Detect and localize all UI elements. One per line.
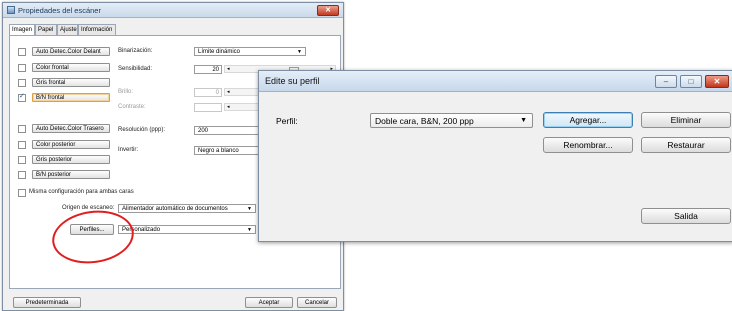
edit-profile-dialog: Edite su perfil – □ ✕ Perfil: Doble cara… (258, 70, 732, 242)
close-icon[interactable]: ✕ (705, 75, 729, 88)
image-type-checkbox[interactable] (18, 64, 26, 72)
perfiles-select[interactable]: Personalizado ▼ (118, 225, 256, 234)
brillo-label: Brillo: (118, 89, 134, 95)
tab-papel[interactable]: Papel (35, 24, 57, 35)
perfil-value: Doble cara, B&N, 200 ppp (375, 116, 474, 126)
eliminar-button[interactable]: Eliminar (641, 112, 731, 128)
dialog-title: Edite su perfil (265, 76, 320, 86)
cancelar-button[interactable]: Cancelar (297, 297, 337, 308)
tab-ajuste[interactable]: Ajuste (57, 24, 78, 35)
aceptar-button[interactable]: Aceptar (245, 297, 293, 308)
agregar-button[interactable]: Agregar... (543, 112, 633, 128)
restaurar-button[interactable]: Restaurar (641, 137, 731, 153)
scanner-app-icon (7, 6, 15, 14)
image-type-bn-posterior[interactable]: B/N posterior (32, 170, 110, 179)
invertir-select[interactable]: Negro a blanco (194, 146, 264, 155)
chevron-down-icon: ▼ (247, 206, 252, 212)
image-type-auto-detec-trasero[interactable]: Auto Detec.Color Trasero (32, 124, 110, 133)
image-type-checkbox[interactable] (18, 156, 26, 164)
origen-select[interactable]: Alimentador automático de documentos ▼ (118, 204, 256, 213)
dialog-title-bar: Edite su perfil – □ ✕ (259, 71, 732, 92)
chevron-down-icon: ▼ (297, 49, 302, 55)
image-type-checkbox[interactable] (18, 141, 26, 149)
image-type-checkbox[interactable] (18, 79, 26, 87)
sensibilidad-label: Sensibilidad: (118, 66, 153, 72)
misma-config-checkbox[interactable] (18, 189, 26, 197)
sensibilidad-input[interactable]: 20 (194, 65, 222, 74)
image-type-checkbox[interactable] (18, 171, 26, 179)
brillo-input[interactable]: 0 (194, 88, 222, 97)
window-title: Propiedades del escáner (18, 6, 101, 15)
chevron-down-icon: ▼ (520, 117, 527, 124)
tab-informacion[interactable]: Información (78, 24, 116, 35)
renombrar-button[interactable]: Renombrar... (543, 137, 633, 153)
binarizacion-value: Límite dinámico (198, 49, 241, 55)
chevron-down-icon: ▼ (247, 227, 252, 233)
misma-config-label: Misma configuración para ambas caras (29, 189, 134, 195)
binarizacion-label: Binarización: (118, 48, 153, 54)
image-type-auto-detec-delant[interactable]: Auto Detec.Color Delant (32, 47, 110, 56)
contraste-input[interactable] (194, 103, 222, 112)
resolucion-select[interactable]: 200 (194, 126, 264, 135)
image-type-checkbox[interactable] (18, 48, 26, 56)
title-bar: Propiedades del escáner ✕ (3, 3, 343, 18)
slider-left-arrow-icon[interactable]: ◂ (227, 66, 230, 73)
minimize-icon[interactable]: – (655, 75, 677, 88)
binarizacion-select[interactable]: Límite dinámico ▼ (194, 47, 306, 56)
slider-left-arrow-icon[interactable]: ◂ (227, 89, 230, 96)
perfiles-button[interactable]: Perfiles... (70, 224, 114, 235)
image-type-checkbox-checked[interactable] (18, 92, 26, 102)
slider-left-arrow-icon[interactable]: ◂ (227, 104, 230, 111)
invertir-label: Invertir: (118, 147, 139, 153)
perfil-select[interactable]: Doble cara, B&N, 200 ppp ▼ (370, 113, 533, 128)
image-type-color-posterior[interactable]: Color posterior (32, 140, 110, 149)
perfiles-value: Personalizado (122, 227, 161, 233)
salida-button[interactable]: Salida (641, 208, 731, 224)
resolucion-label: Resolución (ppp): (118, 127, 166, 133)
perfil-label: Perfil: (276, 116, 298, 126)
origen-value: Alimentador automático de documentos (122, 206, 228, 212)
maximize-icon[interactable]: □ (680, 75, 702, 88)
image-type-gris-posterior[interactable]: Gris posterior (32, 155, 110, 164)
image-type-checkbox[interactable] (18, 125, 26, 133)
predeterminada-button[interactable]: Predeterminada (13, 297, 81, 308)
close-button[interactable]: ✕ (317, 5, 339, 16)
image-type-bn-frontal[interactable]: B/N frontal (32, 93, 110, 102)
image-type-color-frontal[interactable]: Color frontal (32, 63, 110, 72)
image-type-gris-frontal[interactable]: Gris frontal (32, 78, 110, 87)
contraste-label: Contraste: (118, 104, 146, 110)
origen-label: Origen de escaneo: (62, 205, 115, 211)
